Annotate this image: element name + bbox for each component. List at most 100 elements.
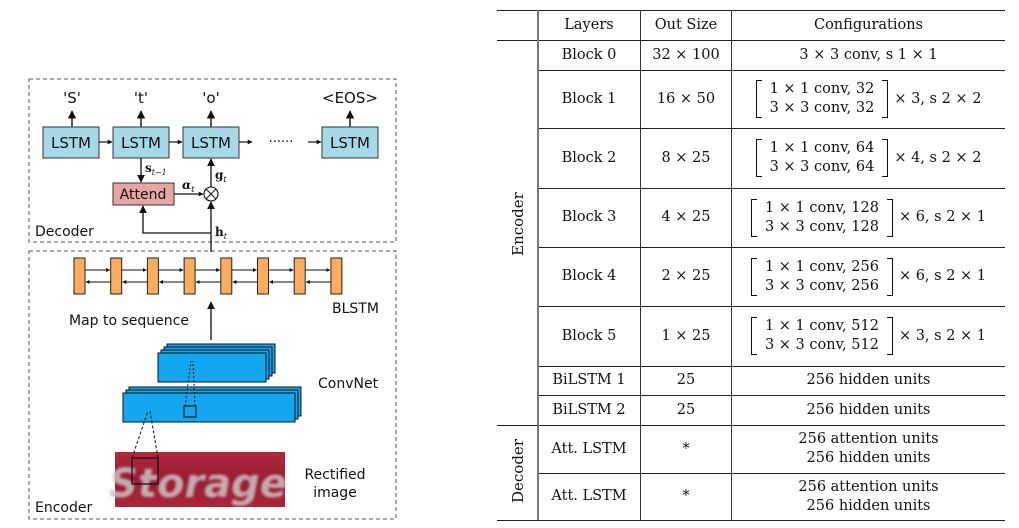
attend-label: Attend	[120, 187, 167, 203]
table-cell-config: 256 hidden units	[806, 372, 931, 388]
table-cell-out-size: 1 × 25	[661, 327, 711, 344]
blstm-cell	[293, 257, 306, 295]
hidden-label: ht	[215, 225, 228, 241]
lstm-label: LSTM	[191, 134, 231, 152]
attend-block: Attend	[112, 182, 175, 206]
decoder-output-label: 't'	[134, 89, 148, 107]
table-cell-out-size: *	[682, 440, 690, 457]
ellipsis: ······	[269, 135, 294, 150]
right-bracket	[882, 80, 889, 118]
config-line: 256 hidden units	[806, 497, 931, 514]
table-cell-out-size: 2 × 25	[661, 268, 711, 284]
table-rule	[497, 520, 1005, 521]
encoder-region-label: Encoder	[35, 500, 92, 516]
config-matrix: 1 × 1 conv, 32 3 × 3 conv, 32	[755, 80, 895, 118]
right-bracket	[886, 198, 893, 237]
table-cell-out-size: 16 × 50	[656, 90, 716, 107]
convnet-label: ConvNet	[318, 376, 379, 392]
multiply-icon	[203, 186, 219, 202]
right-bracket	[886, 257, 893, 296]
config-suffix: × 3, s 2 × 1	[898, 327, 987, 344]
left-bracket	[755, 80, 762, 118]
state-label: st−1	[145, 161, 167, 177]
table-cell-out-size: 25	[676, 372, 696, 388]
config-matrix: 1 × 1 conv, 64 3 × 3 conv, 64	[755, 139, 895, 177]
blstm-cell	[220, 257, 233, 295]
glimpse-label: gt	[215, 168, 227, 184]
table-cell-layer: Block 3	[561, 209, 617, 225]
convnet-upper-feature-maps	[157, 343, 276, 383]
blstm-cell	[330, 257, 343, 295]
alpha-label: αt	[182, 178, 195, 194]
config-line: 3 × 3 conv, 64	[769, 159, 875, 175]
blstm-cell	[110, 257, 123, 295]
config-line: 3 × 3 conv, 128	[764, 218, 879, 235]
table-cell-out-size: 32 × 100	[652, 46, 720, 63]
config-line: 3 × 3 conv, 256	[764, 277, 879, 294]
rectified-image-label: Rectified	[304, 467, 365, 483]
config-line: 1 × 1 conv, 32	[769, 81, 875, 97]
table-cell-out-size: 25	[676, 401, 696, 418]
left-bracket	[750, 317, 757, 355]
lstm-label: LSTM	[121, 134, 161, 152]
config-matrix: 1 × 1 conv, 256 3 × 3 conv, 256	[750, 257, 899, 296]
right-bracket	[882, 139, 889, 177]
architecture-table: Encoder Decoder Layers Out Size Configur…	[497, 10, 1005, 521]
lstm-label: LSTM	[51, 134, 91, 152]
config-line: 256 hidden units	[806, 450, 931, 466]
table-cell-layer: BiLSTM 1	[552, 372, 626, 388]
config-matrix: 1 × 1 conv, 512 3 × 3 conv, 512	[750, 317, 899, 355]
decoder-output-label: 'o'	[202, 89, 219, 107]
config-line: 1 × 1 conv, 512	[764, 318, 879, 334]
lstm-label: LSTM	[330, 134, 370, 152]
rectified-image-label: image	[313, 485, 357, 501]
blstm-cell	[146, 257, 159, 295]
table-cell-layer: Block 5	[561, 327, 617, 344]
config-line: 3 × 3 conv, 32	[769, 100, 875, 116]
decoder-output-label: <EOS>	[322, 89, 378, 107]
table-cell-config: 1 × 1 conv, 64 3 × 3 conv, 64 × 4, s 2 × …	[732, 128, 1005, 188]
config-matrix: 1 × 1 conv, 128 3 × 3 conv, 128	[750, 198, 899, 237]
table-cell-out-size: *	[682, 488, 690, 504]
blstm-label: BLSTM	[332, 301, 379, 317]
table-cell-config: 1 × 1 conv, 256 3 × 3 conv, 256 × 6, s 2 …	[732, 247, 1005, 306]
blstm-cell	[73, 257, 86, 295]
config-line: 256 attention units	[798, 478, 939, 495]
table-cell-layer: Block 4	[561, 268, 617, 284]
config-line: 3 × 3 conv, 512	[764, 337, 879, 353]
config-line: 256 attention units	[798, 431, 939, 447]
table-cell-out-size: 8 × 25	[661, 149, 711, 166]
table-cell-config: 1 × 1 conv, 512 3 × 3 conv, 512 × 3, s 2 …	[732, 306, 1005, 366]
table-cell-layer: Block 0	[561, 46, 617, 63]
config-line: 1 × 1 conv, 64	[769, 140, 875, 156]
left-bracket	[755, 139, 762, 177]
hidden-to-attend-arrow	[139, 205, 211, 234]
figure: 'S' 't' 'o' <EOS> LSTM LSTM LSTM LSTM ··…	[0, 0, 1019, 528]
table-cell-layer: Block 2	[561, 149, 617, 166]
config-line: 1 × 1 conv, 128	[764, 199, 879, 216]
column-header: Layers	[564, 16, 614, 33]
table-cell-layer: BiLSTM 2	[552, 401, 626, 418]
blstm-row	[73, 257, 343, 295]
architecture-diagram: 'S' 't' 'o' <EOS> LSTM LSTM LSTM LSTM ··…	[28, 78, 397, 520]
table-cell-config: 256 attention units 256 hidden units	[732, 425, 1005, 473]
decoder-lstm-cell: LSTM	[42, 126, 100, 159]
config-suffix: × 6, s 2 × 1	[898, 209, 987, 225]
rectified-image: Storage	[109, 452, 287, 507]
column-header: Out Size	[654, 16, 718, 33]
map-to-sequence-label: Map to sequence	[69, 313, 189, 329]
table-cell-layer: Att. LSTM	[551, 440, 627, 457]
table-cell-layer: Block 1	[561, 90, 617, 107]
blstm-cell	[183, 257, 196, 295]
table-cell-out-size: 4 × 25	[661, 209, 711, 225]
decoder-lstm-cell: LSTM	[112, 126, 170, 159]
group-label-decoder: Decoder	[509, 439, 527, 503]
group-label-encoder: Encoder	[509, 192, 527, 256]
table-cell-config: 256 attention units 256 hidden units	[732, 473, 1005, 520]
blstm-cell	[257, 257, 269, 295]
config-line: 1 × 1 conv, 256	[764, 258, 879, 275]
column-header: Configurations	[813, 16, 923, 33]
table-cell-config: 1 × 1 conv, 32 3 × 3 conv, 32 × 3, s 2 × …	[732, 70, 1005, 128]
left-bracket	[750, 257, 757, 296]
table-cell-layer: Att. LSTM	[551, 488, 627, 504]
